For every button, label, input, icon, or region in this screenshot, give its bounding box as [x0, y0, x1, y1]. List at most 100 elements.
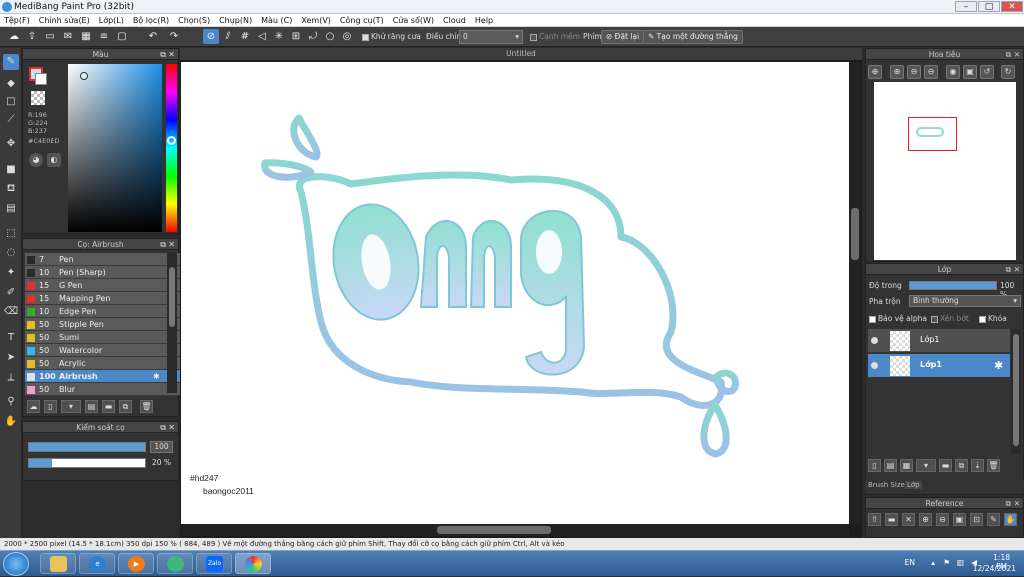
- select-pen-tool-icon[interactable]: ✐: [3, 285, 19, 301]
- navigator-preview[interactable]: [874, 82, 1016, 260]
- reset-button[interactable]: ⊘ Đặt lại: [601, 30, 645, 44]
- maximize-button[interactable]: □: [978, 1, 1000, 12]
- close-reference-icon[interactable]: ✕: [902, 513, 915, 526]
- hand-tool-icon[interactable]: ✋: [3, 414, 19, 430]
- float-icon[interactable]: ⧉: [1006, 498, 1011, 509]
- tab-layer[interactable]: Lớp: [905, 481, 922, 489]
- message-icon[interactable]: ✉: [60, 29, 76, 44]
- ref-zoom-out-icon[interactable]: ⊖: [936, 513, 949, 526]
- eyedropper-tool-icon[interactable]: ⚲: [3, 394, 19, 410]
- brush-item[interactable]: 50 Acrylic: [25, 357, 185, 370]
- snap-circle-icon[interactable]: ○: [322, 29, 338, 44]
- secondary-color-swatch[interactable]: [35, 73, 47, 85]
- picker-cursor[interactable]: [80, 72, 88, 80]
- merge-layer-icon[interactable]: ⇣: [971, 459, 984, 472]
- bucket-tool-icon[interactable]: ⛾: [3, 181, 19, 197]
- canvas-vertical-scrollbar[interactable]: [849, 62, 861, 524]
- brush-copy-icon[interactable]: ⧉: [119, 400, 132, 413]
- float-icon[interactable]: ⧉: [1006, 264, 1011, 275]
- brush-item[interactable]: 15 Mapping Pen: [25, 292, 185, 305]
- lock-checkbox[interactable]: Khóa: [979, 314, 1007, 323]
- language-indicator[interactable]: EN: [905, 558, 915, 567]
- clipping-checkbox[interactable]: Xén bớt: [931, 314, 969, 323]
- layer-scrollbar[interactable]: [1011, 330, 1021, 454]
- horizontal-scroll-thumb[interactable]: [437, 526, 551, 534]
- close-panel-icon[interactable]: ✕: [168, 422, 175, 433]
- snap-vanish-icon[interactable]: ⊞: [288, 29, 304, 44]
- new-layer-icon[interactable]: ▯: [868, 459, 881, 472]
- menu-view[interactable]: Xem(V): [301, 14, 331, 26]
- snap-perspective-icon[interactable]: ◁: [254, 29, 270, 44]
- frame-icon[interactable]: ▢: [114, 29, 130, 44]
- brush-item[interactable]: 50 Stipple Pen: [25, 318, 185, 331]
- taskbar-app-green[interactable]: [157, 553, 193, 574]
- eye-icon[interactable]: [871, 337, 878, 344]
- operation-tool-icon[interactable]: ➤: [3, 350, 19, 366]
- menu-select[interactable]: Chọn(S): [178, 14, 210, 26]
- hue-slider[interactable]: [166, 64, 177, 232]
- ref-zoom-in-icon[interactable]: ⊕: [919, 513, 932, 526]
- close-button[interactable]: ✕: [1001, 1, 1023, 12]
- actual-size-icon[interactable]: ▣: [963, 65, 977, 79]
- ref-eyedropper-icon[interactable]: ✎: [987, 513, 1000, 526]
- menu-file[interactable]: Tệp(F): [4, 14, 30, 26]
- float-icon[interactable]: ⧉: [160, 239, 166, 250]
- menu-edit[interactable]: Chỉnh sửa(E): [39, 14, 90, 26]
- brush-opacity-slider[interactable]: [28, 458, 146, 468]
- brush-item[interactable]: 10 Edge Pen: [25, 305, 185, 318]
- add-layer-menu-icon[interactable]: ▾: [916, 459, 936, 472]
- select-tool-icon[interactable]: ⬚: [3, 226, 19, 242]
- comment-icon[interactable]: ▭: [42, 29, 58, 44]
- menu-capture[interactable]: Chụp(N): [219, 14, 252, 26]
- flag-icon[interactable]: ⚑: [943, 558, 950, 567]
- gear-icon[interactable]: ✱: [994, 359, 1003, 372]
- list-icon[interactable]: ≡: [96, 29, 112, 44]
- brush-item[interactable]: 50 Watercolor: [25, 344, 185, 357]
- brush-item[interactable]: 10 Pen (Sharp): [25, 266, 185, 279]
- drawing-canvas[interactable]: #hd247 baongoc2011: [181, 62, 849, 524]
- float-icon[interactable]: ⧉: [160, 49, 166, 60]
- tab-brush-size[interactable]: Brush Size: [868, 481, 905, 489]
- brush-item[interactable]: 7 Pen: [25, 253, 185, 266]
- fill-rect-tool-icon[interactable]: ■: [3, 162, 19, 178]
- hue-handle[interactable]: [167, 136, 176, 145]
- rotate-right-icon[interactable]: ↻: [1001, 65, 1015, 79]
- select-eraser-tool-icon[interactable]: ⌫: [3, 304, 19, 320]
- layer-opacity-slider[interactable]: [909, 281, 997, 290]
- brush-size-slider[interactable]: [28, 442, 146, 452]
- blend-mode-select[interactable]: Bình thường ▾: [909, 295, 1021, 307]
- brush-item[interactable]: 100 Airbrush ✱: [25, 370, 185, 383]
- snap-radial-icon[interactable]: ✳: [271, 29, 287, 44]
- close-panel-icon[interactable]: ✕: [1014, 49, 1020, 60]
- text-tool-icon[interactable]: T: [3, 330, 19, 346]
- minimize-button[interactable]: –: [955, 1, 977, 12]
- zoom-in-small-icon[interactable]: ⊕: [890, 65, 904, 79]
- redo-icon[interactable]: ↷: [166, 29, 182, 44]
- brush-settings-icon[interactable]: ▤: [85, 400, 98, 413]
- add-brush-menu-icon[interactable]: ▾: [61, 400, 81, 413]
- float-icon[interactable]: ⧉: [160, 422, 166, 433]
- taskbar-zalo[interactable]: Zalo: [196, 553, 232, 574]
- brush-cloud-icon[interactable]: ☁: [27, 400, 40, 413]
- protect-alpha-checkbox[interactable]: Bảo vệ alpha: [869, 314, 927, 323]
- network-icon[interactable]: ▥: [957, 558, 964, 567]
- snap-curve-icon[interactable]: ⤾: [305, 29, 321, 44]
- color-wheel-icon[interactable]: ◐: [47, 153, 61, 167]
- duplicate-layer-icon[interactable]: ⧉: [955, 459, 968, 472]
- menu-layer[interactable]: Lớp(L): [99, 14, 124, 26]
- menu-color[interactable]: Màu (C): [261, 14, 292, 26]
- move-tool-icon[interactable]: ✥: [3, 136, 19, 152]
- brush-item[interactable]: 15 G Pen: [25, 279, 185, 292]
- brush-delete-icon[interactable]: 🗑: [140, 400, 153, 413]
- divide-tool-icon[interactable]: ⟂: [3, 370, 19, 386]
- grid-menu-icon[interactable]: ▦: [78, 29, 94, 44]
- transparent-swatch[interactable]: [31, 91, 45, 105]
- taskbar-medibang[interactable]: [235, 553, 271, 574]
- ref-hand-icon[interactable]: ✋: [1004, 513, 1017, 526]
- rectangle-tool-icon[interactable]: □: [3, 94, 19, 110]
- taskbar-explorer[interactable]: [40, 553, 76, 574]
- antialias-checkbox[interactable]: Khử răng cưa: [362, 30, 421, 44]
- menu-cloud[interactable]: Cloud: [443, 14, 466, 26]
- snap-ring-icon[interactable]: ◎: [339, 29, 355, 44]
- snap-parallel-icon[interactable]: ⫽: [220, 29, 236, 44]
